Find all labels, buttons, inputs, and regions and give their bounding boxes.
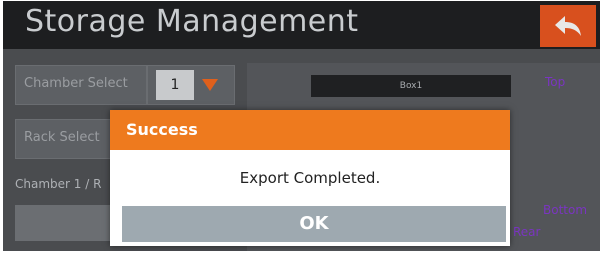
storage-management-screen: Storage Management Chamber Select 1 Rack… [3, 1, 600, 251]
rear-label: Rear [513, 225, 541, 239]
dialog-title: Success [126, 120, 198, 139]
bottom-label: Bottom [543, 203, 588, 217]
back-button[interactable] [540, 5, 596, 47]
page-title: Storage Management [25, 4, 359, 39]
box-1[interactable]: Box1 [311, 75, 511, 97]
chamber-select-dropdown[interactable]: 1 [147, 65, 235, 105]
app-header: Storage Management [3, 1, 600, 49]
location-path-label: Chamber 1 / R [15, 177, 102, 191]
chamber-select-label-box: Chamber Select [15, 65, 147, 105]
dialog-header: Success [110, 110, 510, 150]
chamber-select-label: Chamber Select [24, 76, 128, 91]
dropdown-arrow-icon [202, 79, 218, 91]
success-dialog: Success Export Completed. OK [110, 110, 510, 246]
location-field[interactable] [15, 205, 115, 241]
ok-button[interactable]: OK [122, 206, 506, 242]
dialog-message: Export Completed. [239, 169, 381, 187]
chamber-select-value: 1 [156, 70, 194, 100]
rack-select-label: Rack Select [24, 130, 100, 145]
back-arrow-icon [555, 16, 581, 36]
top-label: Top [545, 75, 566, 89]
